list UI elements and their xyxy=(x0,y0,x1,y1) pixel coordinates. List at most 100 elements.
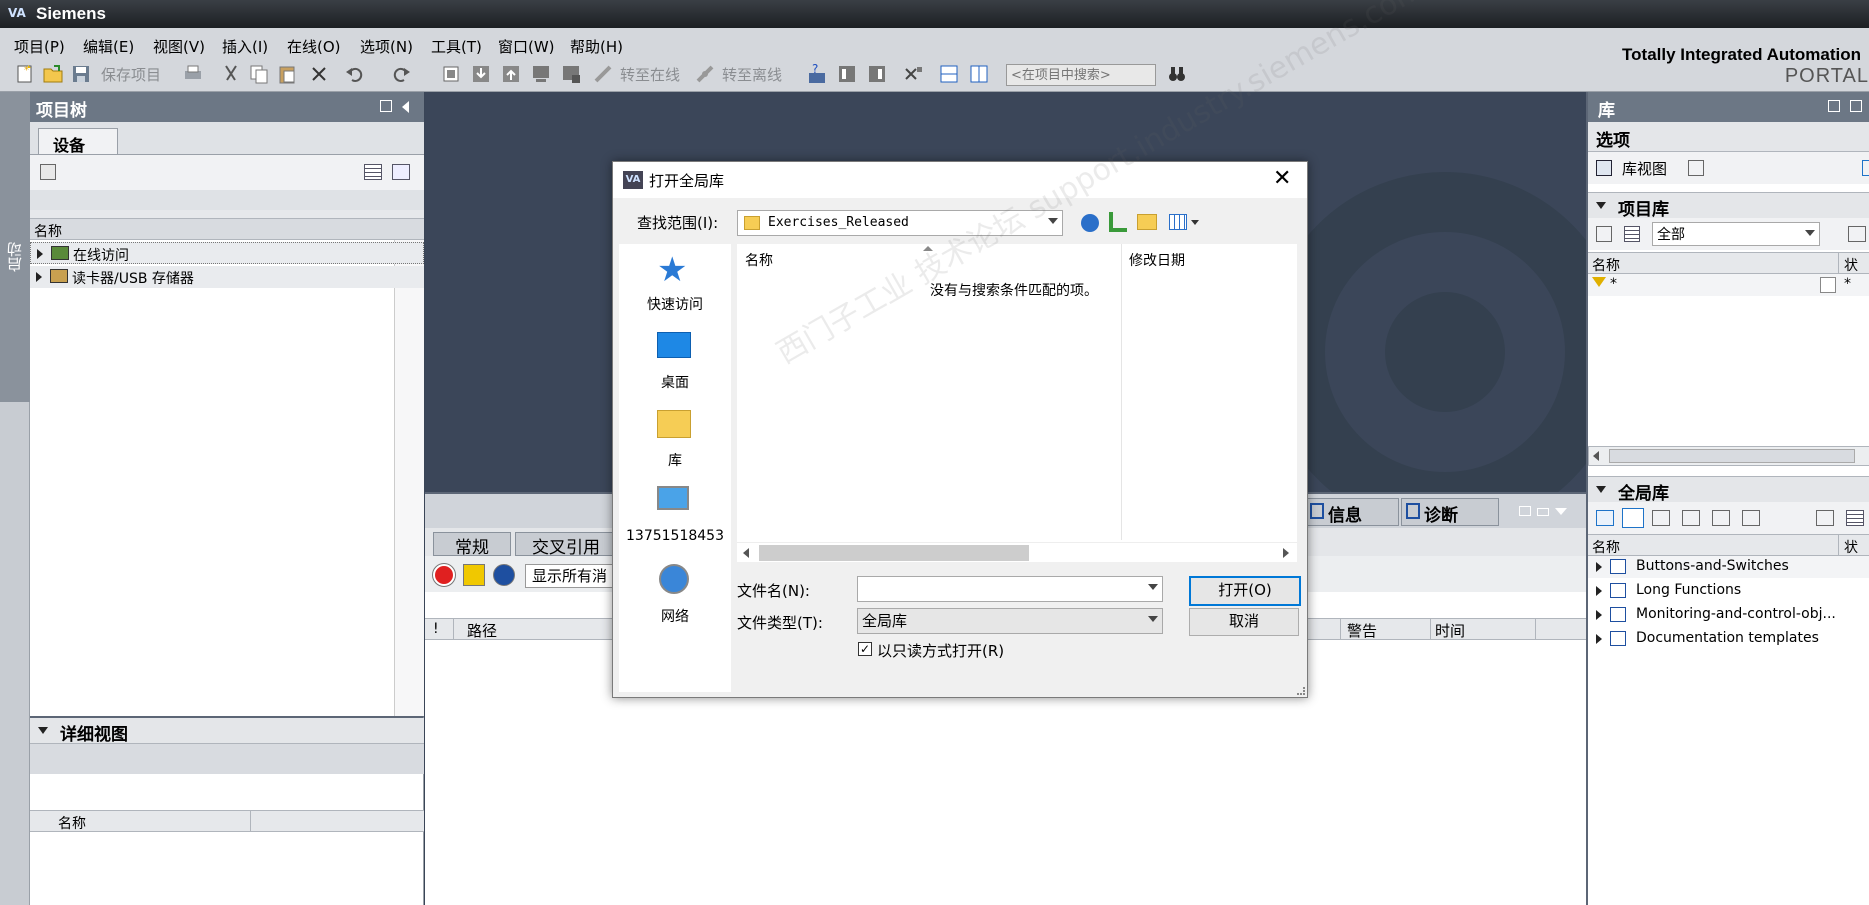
download-icon[interactable] xyxy=(470,63,492,85)
start-label[interactable]: 启动 xyxy=(4,242,25,272)
readonly-checkbox[interactable]: ✓ xyxy=(858,642,872,656)
global-lib-row[interactable]: Buttons-and-Switches xyxy=(1588,556,1869,578)
open-project-icon[interactable] xyxy=(42,63,64,85)
add-device-icon[interactable] xyxy=(40,164,56,180)
tab-info[interactable]: 信息 xyxy=(1305,498,1399,526)
open-button[interactable]: 打开(O) xyxy=(1189,576,1301,606)
horizontal-scrollbar[interactable] xyxy=(1588,446,1869,466)
view-menu-caret-icon[interactable] xyxy=(1191,220,1199,225)
pin-icon[interactable] xyxy=(380,100,392,112)
place-network[interactable]: 网络 xyxy=(619,560,731,630)
list-view-icon[interactable] xyxy=(1624,226,1640,242)
tab-devices[interactable]: 设备 xyxy=(38,128,118,155)
up-folder-icon[interactable] xyxy=(1109,212,1127,232)
split-horizontal-icon[interactable] xyxy=(938,63,960,85)
scroll-left-icon[interactable] xyxy=(743,548,749,558)
save-icon[interactable] xyxy=(70,63,92,85)
split-vertical-icon[interactable] xyxy=(968,63,990,85)
close-library-icon[interactable] xyxy=(1742,510,1760,526)
lib-settings-icon[interactable] xyxy=(1816,510,1834,526)
go-offline-label[interactable]: 转至离线 xyxy=(722,64,782,85)
error-filter-icon[interactable] xyxy=(432,563,456,587)
save-project-label[interactable]: 保存项目 xyxy=(101,64,161,85)
export-library-icon[interactable] xyxy=(1712,510,1730,526)
new-project-icon[interactable]: * xyxy=(14,63,36,85)
global-lib-row[interactable]: Documentation templates xyxy=(1588,628,1869,650)
message-filter-select[interactable]: 显示所有消 xyxy=(525,564,615,588)
global-library-header[interactable]: 全局库 xyxy=(1588,476,1869,504)
filter-dropdown-icon[interactable] xyxy=(1820,277,1836,293)
tab-diagnostics[interactable]: 诊断 xyxy=(1401,498,1499,526)
filter-row-value[interactable]: * xyxy=(1610,276,1617,292)
menu-tools[interactable]: 工具(T) xyxy=(431,36,482,57)
place-desktop[interactable]: 桌面 xyxy=(619,326,731,396)
print-icon[interactable] xyxy=(182,63,204,85)
paste-icon[interactable] xyxy=(276,63,298,85)
scroll-thumb[interactable] xyxy=(759,545,1029,561)
global-lib-row[interactable]: Monitoring-and-control-obj... xyxy=(1588,604,1869,626)
view-menu-icon[interactable] xyxy=(1169,214,1187,230)
redo-icon[interactable] xyxy=(390,63,412,85)
file-col-name[interactable]: 名称 xyxy=(745,250,773,270)
filename-input[interactable] xyxy=(857,576,1163,602)
global-lib-row[interactable]: Long Functions xyxy=(1588,580,1869,602)
list-view-icon[interactable] xyxy=(1846,510,1864,526)
library-open-icon[interactable] xyxy=(1862,160,1869,176)
binoculars-icon[interactable] xyxy=(1166,63,1188,85)
place-quick-access[interactable]: ★ 快速访问 xyxy=(619,248,731,318)
float-icon[interactable] xyxy=(1828,100,1840,112)
collapse-icon[interactable] xyxy=(38,727,48,734)
go-online-icon[interactable] xyxy=(592,63,614,85)
expand-icon[interactable] xyxy=(1596,586,1602,596)
place-this-pc[interactable]: 13751518453 xyxy=(619,482,731,552)
detail-view-header[interactable]: 详细视图 xyxy=(30,718,424,745)
library-view-button[interactable]: 库视图 xyxy=(1622,158,1667,179)
menu-window[interactable]: 窗口(W) xyxy=(498,36,555,57)
close-editor-icon[interactable] xyxy=(902,63,924,85)
library-filter-select[interactable]: 全部 xyxy=(1652,222,1820,246)
scroll-left-icon[interactable] xyxy=(1593,451,1599,461)
delete-icon[interactable] xyxy=(308,63,330,85)
back-arrow-icon[interactable] xyxy=(1081,214,1099,232)
filter-status-value[interactable]: * xyxy=(1844,276,1851,292)
file-list-hscrollbar[interactable] xyxy=(737,542,1297,562)
upload-icon[interactable] xyxy=(500,63,522,85)
expand-icon[interactable] xyxy=(1596,562,1602,572)
dialog-close-icon[interactable]: ✕ xyxy=(1273,166,1291,191)
pin-icon[interactable] xyxy=(1850,100,1862,112)
warning-filter-icon[interactable] xyxy=(463,564,485,586)
go-offline-icon[interactable] xyxy=(694,63,716,85)
menu-options[interactable]: 选项(N) xyxy=(360,36,413,57)
menu-insert[interactable]: 插入(I) xyxy=(222,36,268,57)
filetype-select[interactable]: 全局库 xyxy=(857,608,1163,634)
menu-online[interactable]: 在线(O) xyxy=(287,36,341,57)
compile-icon[interactable] xyxy=(440,63,462,85)
collapse-icon[interactable] xyxy=(1596,486,1606,493)
minimize-icon[interactable] xyxy=(1555,508,1567,515)
cut-icon[interactable] xyxy=(220,63,242,85)
lib-toolbar-icon[interactable] xyxy=(1596,226,1612,242)
export-icon[interactable] xyxy=(392,164,410,180)
collapse-left-icon[interactable] xyxy=(402,101,409,113)
export-icon[interactable] xyxy=(1848,226,1866,242)
info-filter-icon[interactable] xyxy=(493,564,515,586)
new-folder-icon[interactable] xyxy=(1137,214,1157,230)
menu-project[interactable]: 项目(P) xyxy=(14,36,65,57)
compare-icon[interactable] xyxy=(866,63,888,85)
expand-icon[interactable] xyxy=(1596,610,1602,620)
menu-help[interactable]: 帮助(H) xyxy=(570,36,623,57)
scroll-thumb[interactable] xyxy=(1609,449,1855,463)
menu-edit[interactable]: 编辑(E) xyxy=(83,36,134,57)
resize-grip-icon[interactable] xyxy=(1297,687,1305,695)
maximize-icon[interactable] xyxy=(1537,508,1549,516)
project-library-header[interactable]: 项目库 xyxy=(1588,192,1869,220)
filter-icon[interactable] xyxy=(1592,277,1606,291)
update-library-icon[interactable] xyxy=(1682,510,1700,526)
collapse-icon[interactable] xyxy=(1596,202,1606,209)
undo-icon[interactable] xyxy=(344,63,366,85)
accessible-devices-icon[interactable]: ? xyxy=(806,62,828,85)
save-library-icon[interactable] xyxy=(1652,510,1670,526)
open-global-library-icon[interactable] xyxy=(1622,508,1644,528)
simulation-icon[interactable] xyxy=(530,63,552,85)
new-global-library-icon[interactable] xyxy=(1596,510,1614,526)
